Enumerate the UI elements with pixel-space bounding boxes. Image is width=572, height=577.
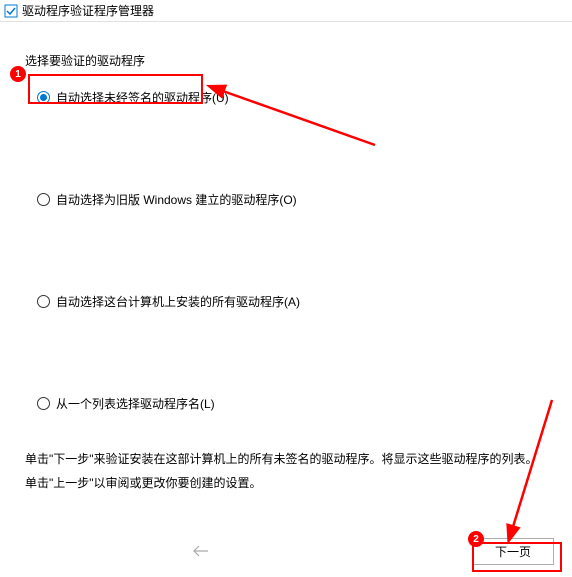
- radio-option-all-drivers[interactable]: 自动选择这台计算机上安装的所有驱动程序(A): [37, 293, 547, 310]
- window-title: 驱动程序验证程序管理器: [22, 2, 154, 19]
- radio-icon: [37, 193, 50, 206]
- radio-label: 自动选择这台计算机上安装的所有驱动程序(A): [56, 293, 300, 310]
- radio-option-old-windows[interactable]: 自动选择为旧版 Windows 建立的驱动程序(O): [37, 191, 547, 208]
- hint-text: 单击"下一步"来验证安装在这部计算机上的所有未签名的驱动程序。将显示这些驱动程序…: [25, 447, 547, 495]
- radio-group: 自动选择未经签名的驱动程序(U) 自动选择为旧版 Windows 建立的驱动程序…: [25, 89, 547, 412]
- radio-icon: [37, 91, 50, 104]
- button-bar: 下一页: [0, 533, 572, 569]
- radio-label: 自动选择为旧版 Windows 建立的驱动程序(O): [56, 191, 297, 208]
- radio-option-unsigned[interactable]: 自动选择未经签名的驱动程序(U): [37, 89, 547, 106]
- hint-line-1: 单击"下一步"来验证安装在这部计算机上的所有未签名的驱动程序。将显示这些驱动程序…: [25, 447, 547, 471]
- back-icon[interactable]: [190, 540, 212, 562]
- title-bar: 驱动程序验证程序管理器: [0, 0, 572, 22]
- radio-label: 自动选择未经签名的驱动程序(U): [56, 89, 229, 106]
- app-icon: [4, 4, 18, 18]
- group-label: 选择要验证的驱动程序: [25, 52, 547, 69]
- radio-icon: [37, 295, 50, 308]
- radio-option-from-list[interactable]: 从一个列表选择驱动程序名(L): [37, 395, 547, 412]
- content-area: 选择要验证的驱动程序 自动选择未经签名的驱动程序(U) 自动选择为旧版 Wind…: [0, 22, 572, 505]
- radio-label: 从一个列表选择驱动程序名(L): [56, 395, 215, 412]
- radio-icon: [37, 397, 50, 410]
- hint-line-2: 单击"上一步"以审阅或更改你要创建的设置。: [25, 471, 547, 495]
- next-button[interactable]: 下一页: [472, 538, 554, 565]
